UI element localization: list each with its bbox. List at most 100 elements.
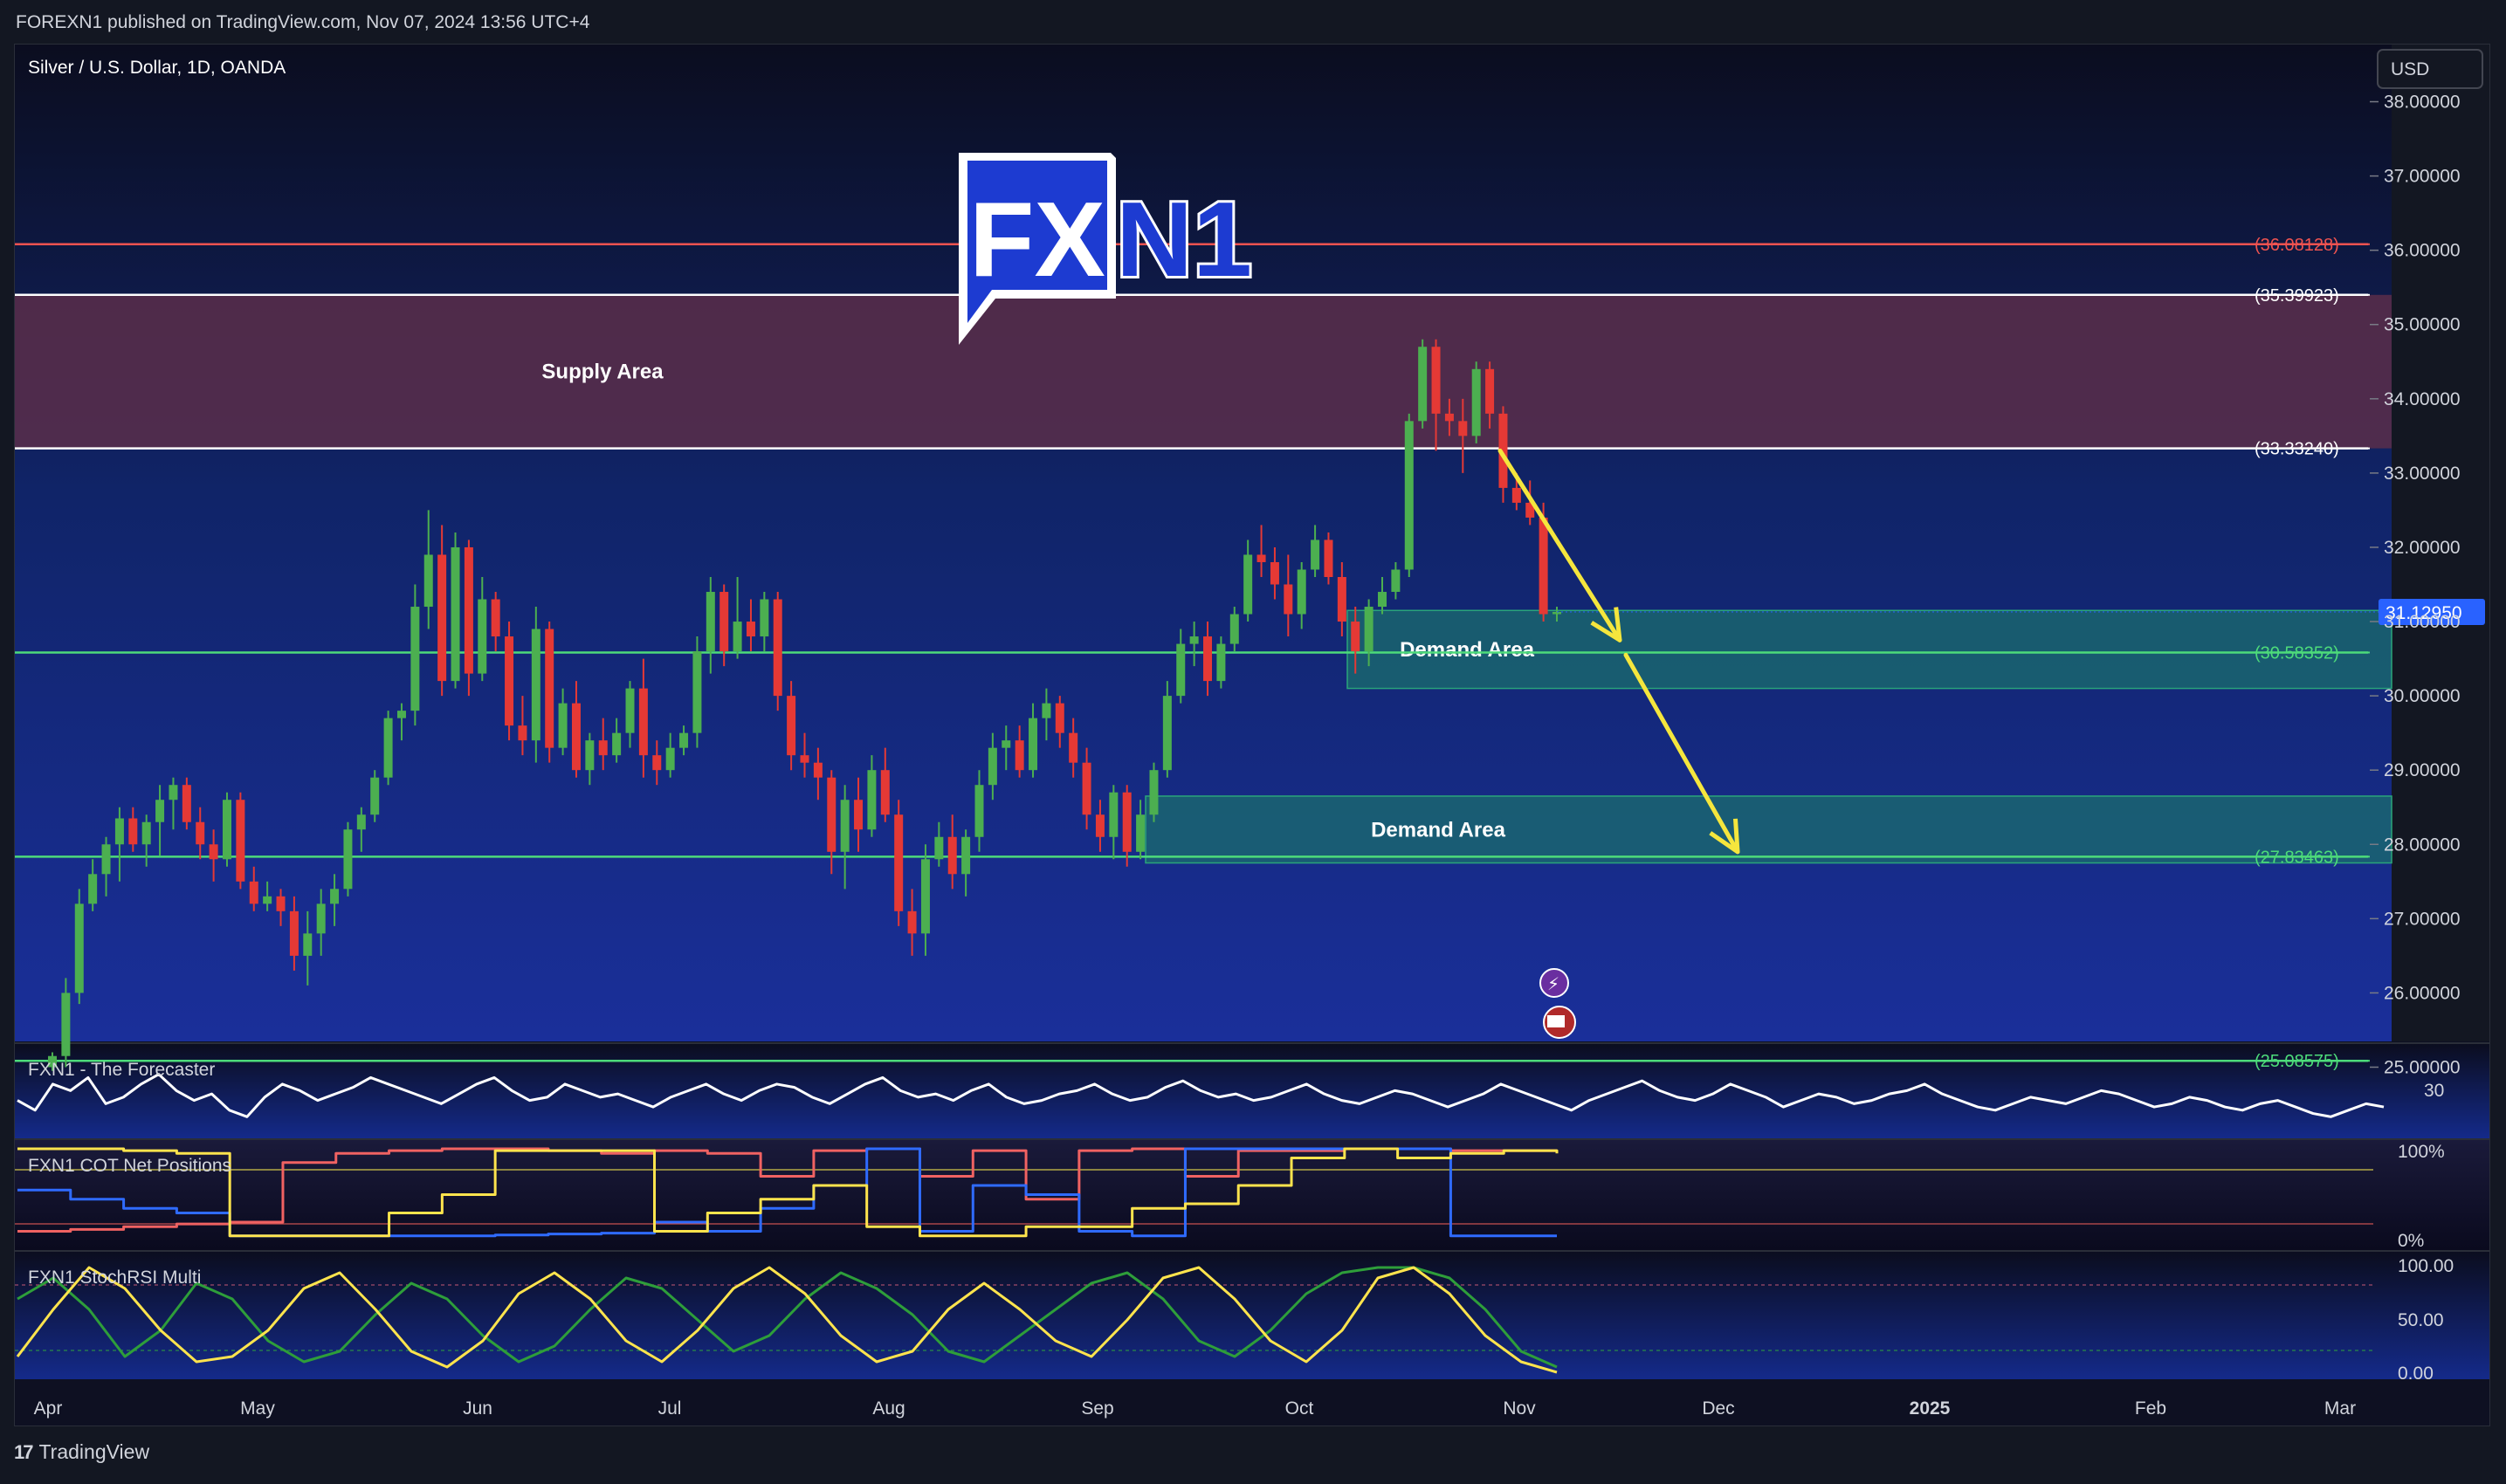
candle-body[interactable] (746, 622, 755, 637)
candle-body[interactable] (437, 554, 447, 682)
candle-body[interactable] (343, 829, 353, 890)
candle-body[interactable] (934, 836, 944, 860)
candle-body[interactable] (1042, 703, 1051, 718)
candle-body[interactable] (652, 755, 662, 771)
candle-body[interactable] (141, 821, 151, 845)
candle-body[interactable] (222, 800, 231, 860)
candle-body[interactable] (531, 629, 540, 741)
candle-body[interactable] (196, 821, 205, 845)
candle-body[interactable] (1136, 814, 1146, 852)
candle-body[interactable] (800, 755, 809, 763)
candle-body[interactable] (1029, 718, 1038, 771)
candle-body[interactable] (423, 554, 433, 608)
candle-body[interactable] (545, 629, 554, 748)
candle-body[interactable] (236, 800, 245, 882)
candle-body[interactable] (370, 777, 380, 815)
candle-body[interactable] (1189, 636, 1199, 644)
candle-body[interactable] (1444, 413, 1454, 422)
candle-body[interactable] (706, 592, 715, 652)
candle-body[interactable] (1069, 732, 1078, 763)
candle-body[interactable] (1095, 814, 1105, 837)
candle-body[interactable] (787, 696, 796, 756)
candle-body[interactable] (303, 933, 313, 956)
candle-body[interactable] (1431, 347, 1441, 414)
candle-body[interactable] (827, 777, 836, 852)
candle-body[interactable] (1109, 792, 1119, 837)
candle-body[interactable] (1243, 554, 1253, 615)
candle-body[interactable] (585, 740, 595, 771)
candle-body[interactable] (974, 785, 984, 837)
candle-body[interactable] (665, 747, 675, 771)
candle-body[interactable] (813, 762, 823, 778)
candle-body[interactable] (1378, 592, 1387, 608)
candle-body[interactable] (867, 770, 877, 830)
candle-body[interactable] (1324, 539, 1333, 577)
candle-body[interactable] (478, 599, 487, 674)
candle-body[interactable] (920, 859, 930, 934)
candle-body[interactable] (383, 718, 393, 778)
candle-body[interactable] (1082, 762, 1091, 815)
candle-body[interactable] (1284, 584, 1293, 615)
tradingview-brand[interactable]: 17 TradingView (14, 1440, 149, 1464)
candle-body[interactable] (276, 896, 286, 911)
candle-body[interactable] (598, 740, 608, 756)
candle-body[interactable] (625, 688, 635, 733)
candle-body[interactable] (1404, 421, 1414, 570)
candle-body[interactable] (289, 910, 299, 956)
candle-body[interactable] (1122, 792, 1132, 852)
candle-body[interactable] (692, 651, 702, 733)
candle-body[interactable] (961, 836, 971, 875)
candle-body[interactable] (155, 800, 165, 822)
candle-body[interactable] (518, 725, 527, 741)
candle-body[interactable] (101, 844, 111, 875)
supply-zone[interactable] (15, 294, 2392, 449)
candle-body[interactable] (1458, 421, 1468, 436)
candle-body[interactable] (1364, 607, 1373, 652)
candle-body[interactable] (263, 896, 272, 904)
demand-zone[interactable] (1145, 795, 2392, 864)
candle-body[interactable] (1311, 539, 1320, 570)
candle-body[interactable] (719, 592, 729, 652)
candle-body[interactable] (316, 903, 326, 934)
candle-body[interactable] (854, 800, 864, 830)
candle-body[interactable] (1539, 517, 1548, 615)
candle-body[interactable] (907, 910, 917, 934)
candle-body[interactable] (209, 844, 218, 860)
candle-body[interactable] (733, 622, 742, 652)
candle-body[interactable] (638, 688, 648, 756)
candle-body[interactable] (114, 818, 124, 845)
candle-body[interactable] (1297, 569, 1306, 615)
candle-body[interactable] (558, 703, 568, 748)
candle-body[interactable] (410, 607, 420, 711)
candle-body[interactable] (1485, 368, 1495, 414)
candle-body[interactable] (1511, 487, 1521, 503)
candle-body[interactable] (988, 747, 997, 786)
candle-body[interactable] (491, 599, 500, 637)
candle-body[interactable] (451, 546, 460, 682)
candle-body[interactable] (1418, 347, 1428, 422)
candle-body[interactable] (1270, 561, 1279, 585)
chart-canvas[interactable]: Supply Area Demand Area Demand Area (36.08… (0, 0, 2506, 1484)
candle-body[interactable] (74, 903, 84, 993)
candle-body[interactable] (1229, 614, 1239, 644)
candle-body[interactable] (182, 785, 191, 822)
candle-body[interactable] (1162, 696, 1172, 771)
candle-body[interactable] (1149, 770, 1159, 815)
candle-body[interactable] (1203, 636, 1213, 682)
candle-body[interactable] (1216, 643, 1226, 682)
candle-body[interactable] (1351, 622, 1360, 652)
candle-body[interactable] (947, 836, 957, 875)
candle-body[interactable] (679, 732, 689, 748)
candle-body[interactable] (330, 889, 340, 904)
candle-body[interactable] (128, 818, 138, 845)
candle-body[interactable] (1337, 577, 1346, 622)
candle-body[interactable] (1471, 368, 1481, 436)
candle-body[interactable] (396, 711, 406, 718)
candle-body[interactable] (356, 814, 366, 830)
candle-body[interactable] (1055, 703, 1064, 733)
candle-body[interactable] (760, 599, 769, 637)
candle-body[interactable] (1176, 643, 1186, 697)
candle-body[interactable] (1015, 740, 1024, 771)
candle-body[interactable] (894, 814, 904, 911)
candle-body[interactable] (61, 993, 71, 1056)
